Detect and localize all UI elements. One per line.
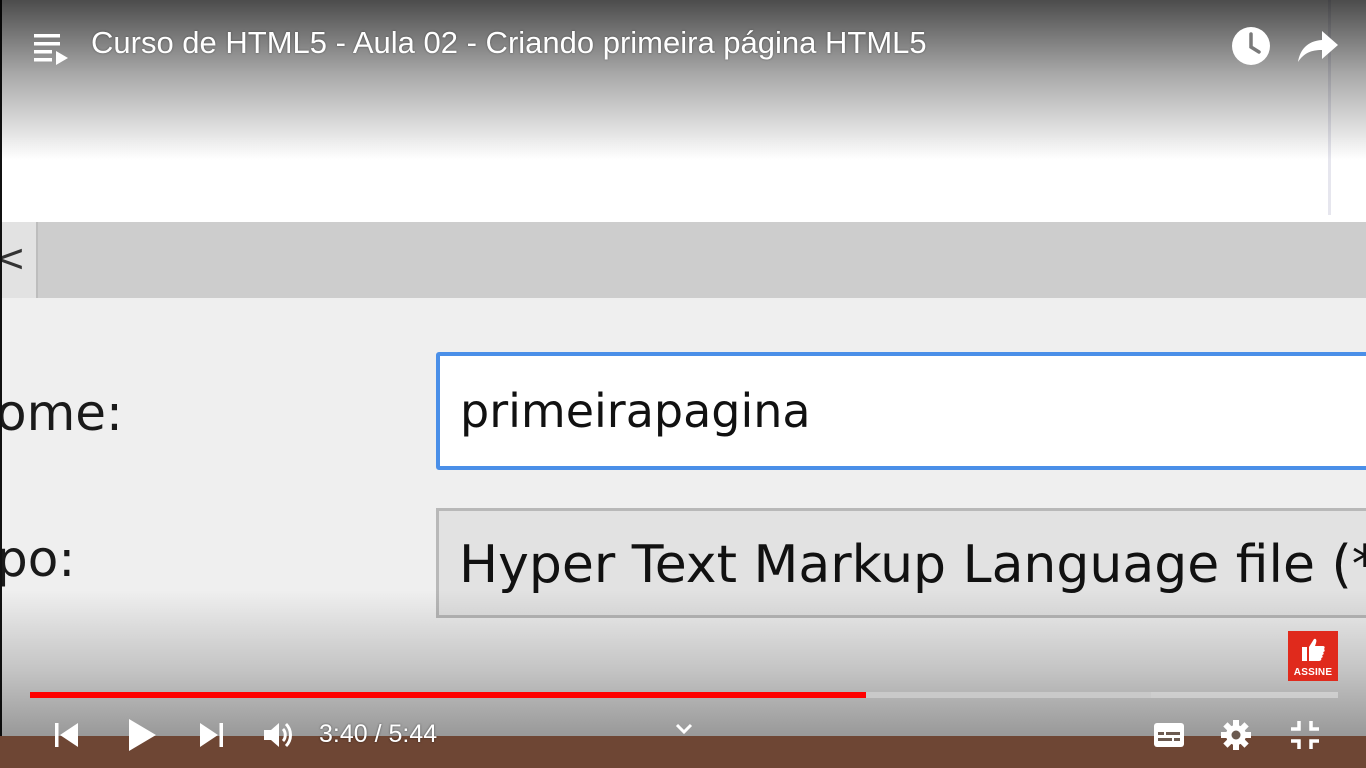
filename-label: ome: — [0, 384, 123, 442]
progress-bar[interactable] — [30, 692, 1338, 698]
dialog-toolbar — [36, 222, 1366, 298]
share-arrow-icon[interactable] — [1296, 25, 1340, 67]
skip-previous-icon[interactable] — [52, 720, 82, 750]
current-time: 3:40 — [319, 720, 368, 748]
subscribe-badge[interactable]: ASSINE — [1288, 631, 1338, 681]
play-icon[interactable] — [124, 717, 158, 753]
filename-input — [436, 352, 1366, 470]
total-time: 5:44 — [388, 720, 438, 748]
subtitles-icon[interactable] — [1152, 720, 1186, 750]
progress-played — [30, 692, 866, 698]
volume-icon[interactable] — [262, 720, 294, 750]
time-separator: / — [367, 720, 389, 748]
clock-icon[interactable] — [1230, 25, 1272, 67]
thumbs-up-icon — [1302, 638, 1325, 661]
time-display: 3:40 / 5:44 — [319, 720, 437, 749]
video-title[interactable]: Curso de HTML5 - Aula 02 - Criando prime… — [91, 25, 927, 61]
exit-fullscreen-icon[interactable] — [1288, 718, 1322, 752]
subscribe-label: ASSINE — [1293, 667, 1333, 678]
top-gradient — [0, 0, 1366, 160]
gear-icon[interactable] — [1220, 718, 1252, 752]
playlist-icon[interactable] — [32, 30, 72, 66]
skip-next-icon[interactable] — [196, 720, 226, 750]
dialog-toolbar-glyph: < — [2, 236, 26, 280]
filetype-label: po: — [0, 530, 76, 588]
chevron-down-icon[interactable] — [672, 720, 696, 738]
